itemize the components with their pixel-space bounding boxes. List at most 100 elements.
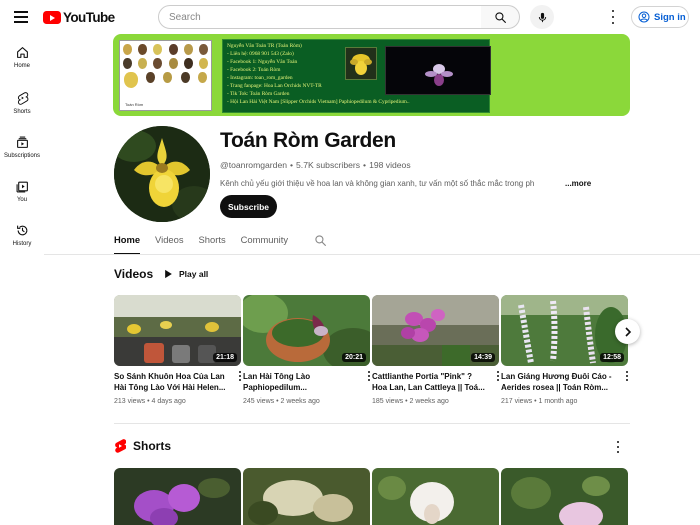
channel-description[interactable]: Kênh chủ yếu giới thiệu về hoa lan và kh… (220, 179, 560, 188)
account-icon (638, 11, 650, 23)
channel-avatar[interactable] (114, 126, 210, 222)
tabs-divider (44, 254, 700, 255)
banner-line: - Instagram: toan_rom_garden (227, 75, 293, 81)
channel-banner: Toán Ròm Nguyễn Văn Toán TR (Toán Ròm) -… (113, 34, 630, 116)
video-meta: 185 views • 2 weeks ago (372, 398, 449, 405)
video-card[interactable]: 14:39 Cattlianthe Portia "Pink" ? Hoa La… (372, 295, 499, 405)
sidebar-item-you[interactable]: You (0, 180, 44, 203)
video-thumbnail[interactable]: 12:58 (501, 295, 628, 366)
banner-line: - Hội Lan Hài Việt Nam [Slipper Orchids … (227, 99, 410, 105)
tab-videos[interactable]: Videos (155, 229, 184, 255)
video-views: 245 views (243, 398, 275, 405)
video-card[interactable]: 12:58 Lan Giáng Hương Đuôi Cáo - Aerides… (501, 295, 628, 405)
sidebar-item-shorts[interactable]: Shorts (0, 91, 44, 115)
search-button[interactable] (481, 5, 520, 29)
carousel-next-button[interactable] (615, 319, 640, 344)
banner-photo-caption: Toán Ròm (125, 102, 144, 107)
short-thumbnail[interactable] (243, 468, 370, 525)
video-menu-icon[interactable] (624, 371, 630, 381)
video-meta: 217 views • 1 month ago (501, 398, 578, 405)
subscriptions-icon (16, 136, 28, 148)
logo-text: YouTube (63, 10, 115, 25)
shorts-logo-icon (115, 439, 126, 453)
video-card[interactable]: 20:21 Lan Hài Tông Lào Paphiopedilum... … (243, 295, 370, 405)
shorts-section-header: Shorts (114, 439, 171, 453)
sidebar-item-label: Shorts (13, 109, 31, 115)
meta-separator: • (290, 160, 294, 170)
banner-yellow-orchid-image (345, 47, 377, 80)
channel-tabs: Home Videos Shorts Community (114, 229, 303, 255)
search-input[interactable]: Search (158, 5, 482, 29)
sidebar-item-history[interactable]: History (0, 224, 44, 247)
channel-handle: @toanromgarden (220, 160, 288, 170)
short-thumbnail[interactable] (372, 468, 499, 525)
banner-line: - Facebook 2: Toán Ròm (227, 67, 281, 73)
video-views: 185 views (372, 398, 404, 405)
video-age: 4 days ago (151, 398, 186, 405)
banner-line: - Facebook 1: Nguyễn Văn Toán (227, 59, 298, 65)
shorts-menu-icon[interactable] (616, 441, 620, 453)
banner-line: - Liên hệ: 0968 901 543 (Zalo) (227, 51, 294, 57)
subscriber-count: 5.7K subscribers (296, 160, 361, 170)
microphone-icon (538, 12, 546, 22)
history-icon (16, 225, 27, 236)
chevron-right-icon (624, 326, 631, 337)
short-thumbnail[interactable] (114, 468, 241, 525)
sidebar-item-label: Subscriptions (3, 153, 41, 159)
video-views: 217 views (501, 398, 533, 405)
menu-icon[interactable] (14, 11, 28, 23)
youtube-logo[interactable]: YouTube (43, 10, 115, 25)
video-age: 1 month ago (538, 398, 578, 405)
video-duration: 12:58 (600, 353, 624, 362)
sidebar-item-label: You (16, 197, 28, 203)
video-duration: 20:21 (342, 353, 366, 362)
channel-meta: @toanromgarden • 5.7K subscribers • 198 … (220, 160, 411, 170)
short-thumbnail[interactable] (501, 468, 628, 525)
tab-home[interactable]: Home (114, 229, 141, 255)
video-title[interactable]: Lan Hài Tông Lào Paphiopedilum... (243, 371, 360, 393)
video-title[interactable]: Cattlianthe Portia "Pink" ? Hoa Lan, Lan… (372, 371, 489, 393)
video-count: 198 videos (369, 160, 411, 170)
channel-search-button[interactable] (314, 234, 327, 252)
video-title[interactable]: Lan Giáng Hương Đuôi Cáo - Aerides rosea… (501, 371, 618, 393)
videos-section-title[interactable]: Videos (114, 267, 153, 281)
video-age: 2 weeks ago (280, 398, 320, 405)
banner-line: Nguyễn Văn Toán TR (Toán Ròm) (227, 43, 302, 49)
search-icon (494, 11, 506, 23)
banner-line: - Trang fanpage: Hoa Lan Orchids NVT-TR (227, 83, 322, 89)
home-icon (16, 47, 28, 58)
tab-community[interactable]: Community (241, 229, 288, 255)
play-all-button[interactable]: Play all (164, 269, 208, 279)
banner-purple-orchid-image (425, 64, 453, 86)
video-meta: 245 views • 2 weeks ago (243, 398, 320, 405)
meta-separator: • (363, 160, 367, 170)
video-views: 213 views (114, 398, 146, 405)
shorts-section-title[interactable]: Shorts (133, 439, 171, 453)
video-meta: 213 views • 4 days ago (114, 398, 186, 405)
video-thumbnail[interactable]: 14:39 (372, 295, 499, 366)
search-icon (315, 235, 326, 246)
sidebar-item-subscriptions[interactable]: Subscriptions (0, 136, 44, 159)
video-duration: 14:39 (471, 353, 495, 362)
channel-name: Toán Ròm Garden (220, 129, 396, 152)
sidebar-item-label: Home (13, 63, 30, 69)
tab-shorts[interactable]: Shorts (199, 229, 226, 255)
settings-menu-icon[interactable] (608, 10, 618, 24)
video-age: 2 weeks ago (409, 398, 449, 405)
banner-orchid-collage: Toán Ròm (119, 40, 212, 111)
voice-search-button[interactable] (530, 5, 554, 29)
description-more-link[interactable]: ...more (557, 179, 592, 188)
video-card[interactable]: 21:18 So Sánh Khuôn Hoa Của Lan Hài Tông… (114, 295, 241, 405)
sidebar-item-home[interactable]: Home (0, 46, 44, 69)
sign-in-button[interactable]: Sign in (631, 6, 689, 28)
sign-in-label: Sign in (654, 11, 686, 23)
video-thumbnail[interactable]: 20:21 (243, 295, 370, 366)
sidebar-item-label: History (12, 241, 32, 247)
banner-line: - Tik Tok: Toán Ròm Garden (227, 91, 290, 97)
subscribe-button[interactable]: Subscribe (220, 195, 277, 218)
banner-dark-panel (385, 46, 491, 95)
play-all-label: Play all (179, 269, 209, 279)
you-icon (16, 181, 28, 193)
video-thumbnail[interactable]: 21:18 (114, 295, 241, 366)
video-title[interactable]: So Sánh Khuôn Hoa Của Lan Hài Tông Lào V… (114, 371, 231, 393)
